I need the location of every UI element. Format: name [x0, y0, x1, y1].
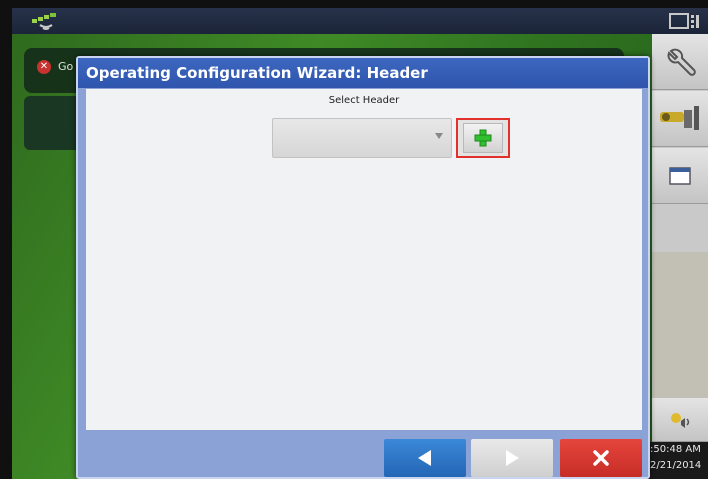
display-settings-icon[interactable] — [668, 12, 700, 32]
satellite-icon[interactable] — [26, 11, 60, 33]
background-status-text: Go — [58, 60, 74, 73]
clock-time: :50:48 AM — [650, 444, 701, 455]
display-screen: ✕ Go:50:48 AM 2/21/2014 Operating Confi… — [0, 0, 708, 479]
clock: :50:48 AM 2/21/2014 — [648, 442, 708, 479]
vehicle-setup-icon — [660, 105, 699, 130]
top-status-bar — [12, 8, 708, 34]
vehicle-setup-button[interactable] — [652, 91, 708, 147]
cancel-button[interactable] — [560, 439, 642, 477]
add-header-button-face — [463, 123, 503, 153]
back-button[interactable] — [384, 439, 466, 477]
plus-icon — [474, 129, 492, 147]
clock-date: 2/21/2014 — [650, 460, 702, 471]
next-button[interactable] — [471, 439, 553, 477]
tools-button[interactable] — [652, 34, 708, 90]
left-arrow-icon — [418, 450, 431, 466]
wrench-icon — [667, 48, 696, 76]
operating-configuration-wizard-dialog: Operating Configuration Wizard: Header S… — [76, 56, 650, 479]
select-header-label: Select Header — [328, 95, 400, 106]
right-sidebar — [652, 34, 708, 479]
error-icon[interactable]: ✕ — [37, 60, 51, 74]
dialog-title: Operating Configuration Wizard: Header — [78, 58, 648, 88]
right-arrow-icon — [506, 450, 519, 466]
volume-button[interactable] — [652, 398, 708, 442]
dropdown-arrow-icon — [435, 133, 443, 139]
background-panel — [24, 96, 84, 150]
close-icon — [593, 450, 609, 466]
dialog-body: Select Header — [86, 89, 642, 430]
window-button[interactable] — [652, 148, 708, 204]
window-icon — [669, 166, 691, 185]
header-select-dropdown[interactable] — [272, 118, 452, 158]
add-header-button[interactable] — [456, 118, 510, 158]
volume-icon — [671, 412, 690, 428]
